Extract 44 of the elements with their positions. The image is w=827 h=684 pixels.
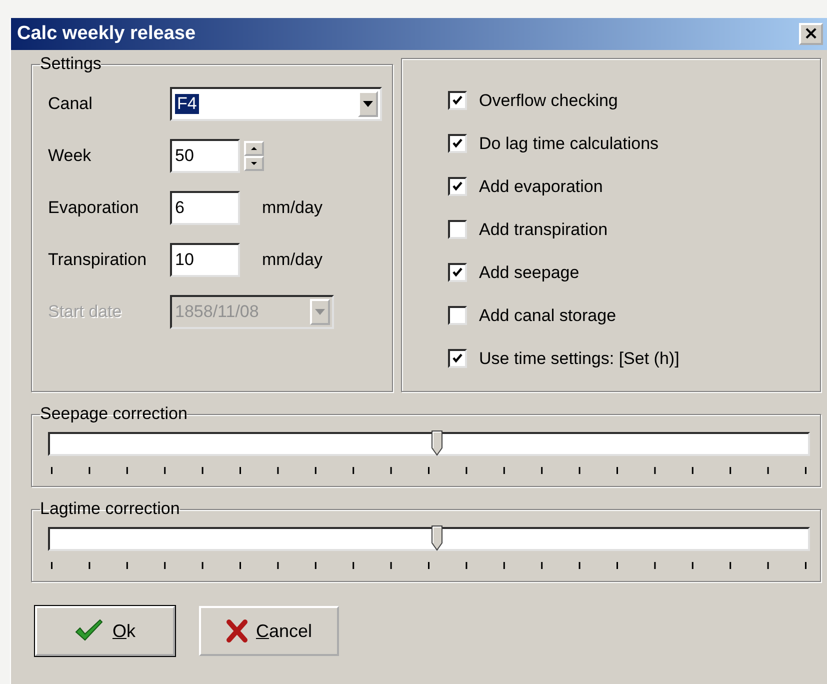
slider-thumb[interactable] [430,525,443,551]
unit-label: mm/day [262,250,322,270]
input-field[interactable]: 10 [170,243,240,277]
checkbox[interactable] [448,220,467,239]
slider-track[interactable] [48,527,810,551]
spin-down-button[interactable] [244,156,264,171]
window-title: Calc weekly release [17,23,196,45]
checkbox-label[interactable]: Do lag time calculations [479,134,659,154]
check-icon [74,619,104,643]
field-label: Transpiration [48,250,148,270]
checkbox-label[interactable]: Use time settings: [Set (h)] [479,348,680,368]
checkbox[interactable] [448,349,467,368]
field-label: Week [48,146,92,166]
cancel-button[interactable]: Cancel [199,606,339,656]
unit-label: mm/day [262,198,322,218]
ok-button[interactable]: Ok [35,606,175,656]
field-label: Canal [48,94,94,114]
check-icon [452,267,463,278]
group-title: Lagtime correction [40,499,180,519]
close-button[interactable]: × [799,23,823,45]
checkbox-label[interactable]: Add canal storage [479,306,616,326]
check-icon [452,95,463,106]
checkbox-label[interactable]: Add evaporation [479,176,603,196]
checkbox-label[interactable]: Add seepage [479,262,580,282]
field-label: Evaporation [48,198,140,218]
input-field[interactable]: 6 [170,191,240,225]
checkbox[interactable] [448,91,467,110]
check-icon [452,138,463,149]
week-field[interactable]: 50 [170,139,240,173]
checkbox-label[interactable]: Overflow checking [479,90,618,110]
check-icon [452,181,463,192]
slider-thumb[interactable] [430,430,443,456]
cross-icon [226,619,248,643]
checkbox[interactable] [448,306,467,325]
slider-track[interactable] [48,432,810,456]
group-title: Seepage correction [40,404,188,424]
checkbox[interactable] [448,263,467,282]
checkbox-label[interactable]: Add transpiration [479,220,608,240]
check-icon [452,353,463,364]
group-title: Settings [40,54,102,74]
checkbox[interactable] [448,177,467,196]
canal-dropdown[interactable]: F4 [170,87,382,121]
spin-up-button[interactable] [244,141,264,156]
checkbox[interactable] [448,134,467,153]
